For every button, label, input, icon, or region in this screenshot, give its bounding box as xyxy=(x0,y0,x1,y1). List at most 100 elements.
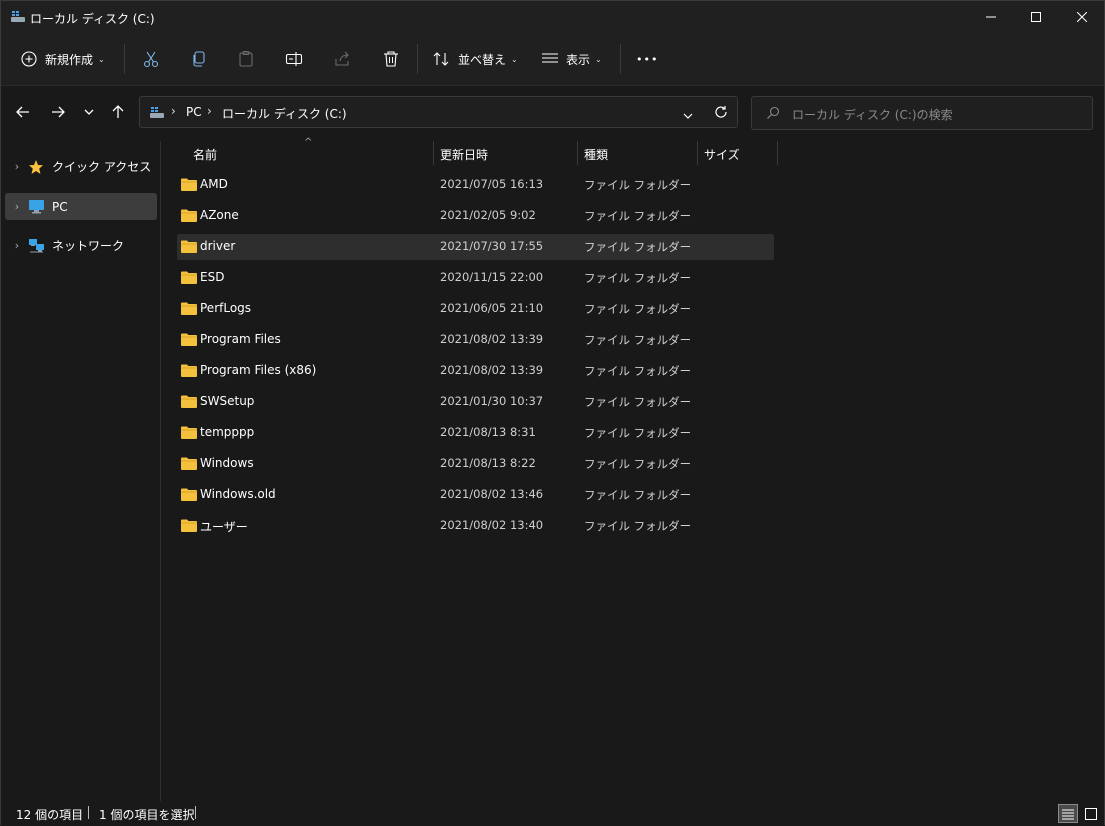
sidebar-item-network[interactable]: › ネットワーク xyxy=(5,232,157,259)
sidebar-item-label: ネットワーク xyxy=(52,239,125,253)
copy-button[interactable] xyxy=(190,43,208,75)
new-button[interactable]: 新規作成 ⌄ xyxy=(21,43,105,75)
file-date: 2021/07/30 17:55 xyxy=(440,239,544,253)
file-type: ファイル フォルダー xyxy=(584,333,692,347)
minimize-button[interactable] xyxy=(968,1,1014,33)
folder-icon xyxy=(181,302,197,315)
file-row[interactable]: ユーザー 2021/08/02 13:40 ファイル フォルダー xyxy=(177,513,774,539)
column-divider[interactable] xyxy=(433,141,434,165)
file-row[interactable]: Windows.old 2021/08/02 13:46 ファイル フォルダー xyxy=(177,482,774,508)
chevron-down-icon: ⌄ xyxy=(595,54,602,64)
status-divider xyxy=(195,806,196,819)
item-count: 12 個の項目 xyxy=(16,808,84,822)
file-row[interactable]: Program Files (x86) 2021/08/02 13:39 ファイル … xyxy=(177,358,774,384)
folder-icon xyxy=(181,395,197,408)
file-name: Program Files xyxy=(200,332,281,346)
status-bar: 12 個の項目 1 個の項目を選択 xyxy=(1,801,1104,826)
file-type: ファイル フォルダー xyxy=(584,209,692,223)
file-name: ESD xyxy=(200,270,225,284)
drive-icon xyxy=(10,9,26,23)
refresh-button[interactable] xyxy=(714,105,728,122)
chevron-down-icon: ⌄ xyxy=(511,54,518,64)
more-icon: ••• xyxy=(636,52,659,66)
folder-icon xyxy=(181,209,197,222)
sort-label: 並べ替え xyxy=(458,52,507,67)
file-date: 2021/02/05 9:02 xyxy=(440,208,536,222)
file-date: 2021/08/02 13:39 xyxy=(440,332,544,346)
file-date: 2021/06/05 21:10 xyxy=(440,301,544,315)
file-type: ファイル フォルダー xyxy=(584,302,692,316)
maximize-button[interactable] xyxy=(1013,1,1059,33)
folder-icon xyxy=(181,457,197,470)
breadcrumb-pc[interactable]: PC xyxy=(186,105,202,119)
view-label: 表示 xyxy=(566,52,591,67)
address-history-button[interactable] xyxy=(683,108,693,122)
column-divider[interactable] xyxy=(777,141,778,165)
network-icon xyxy=(27,238,45,254)
sidebar-item-quick-access[interactable]: › クイック アクセス xyxy=(5,153,157,180)
file-date: 2021/08/13 8:31 xyxy=(440,425,536,439)
up-button[interactable] xyxy=(107,101,129,123)
file-row[interactable]: Program Files 2021/08/02 13:39 ファイル フォルダー xyxy=(177,327,774,353)
delete-button[interactable] xyxy=(382,43,400,75)
file-type: ファイル フォルダー xyxy=(584,488,692,502)
cut-button[interactable] xyxy=(142,43,160,75)
list-view-icon xyxy=(542,52,558,66)
title-bar[interactable]: ローカル ディスク (C:) xyxy=(1,1,1104,33)
expand-chevron-icon[interactable]: › xyxy=(7,160,27,173)
file-date: 2021/08/02 13:46 xyxy=(440,487,544,501)
file-name: AMD xyxy=(200,177,228,191)
file-row[interactable]: PerfLogs 2021/06/05 21:10 ファイル フォルダー xyxy=(177,296,774,322)
toolbar-divider xyxy=(620,44,621,74)
rename-button[interactable] xyxy=(285,43,303,75)
column-header-date[interactable]: 更新日時 xyxy=(440,146,488,163)
view-button[interactable]: 表示 ⌄ xyxy=(542,43,602,75)
expand-chevron-icon[interactable]: › xyxy=(7,200,27,213)
back-button[interactable] xyxy=(12,101,34,123)
file-row[interactable]: Windows 2021/08/13 8:22 ファイル フォルダー xyxy=(177,451,774,477)
breadcrumb-chevron-icon[interactable]: › xyxy=(207,104,212,118)
file-row[interactable]: tempppp 2021/08/13 8:31 ファイル フォルダー xyxy=(177,420,774,446)
search-box[interactable]: ローカル ディスク (C:)の検索 xyxy=(751,96,1093,130)
arrow-left-icon xyxy=(16,106,29,118)
file-row[interactable]: AMD 2021/07/05 16:13 ファイル フォルダー xyxy=(177,172,774,198)
file-type: ファイル フォルダー xyxy=(584,519,692,533)
breadcrumb-chevron-icon[interactable]: › xyxy=(171,104,176,118)
folder-icon xyxy=(181,426,197,439)
copy-icon xyxy=(193,51,205,67)
recent-locations-button[interactable] xyxy=(78,101,100,123)
folder-icon xyxy=(181,519,197,532)
search-input[interactable]: ローカル ディスク (C:)の検索 xyxy=(792,106,953,123)
computer-icon xyxy=(27,199,45,215)
clipboard-icon xyxy=(239,50,253,67)
file-row[interactable]: AZone 2021/02/05 9:02 ファイル フォルダー xyxy=(177,203,774,229)
column-header-size[interactable]: サイズ xyxy=(704,146,740,163)
file-row[interactable]: SWSetup 2021/01/30 10:37 ファイル フォルダー xyxy=(177,389,774,415)
minimize-icon xyxy=(986,16,996,18)
sidebar-item-pc[interactable]: › PC xyxy=(5,193,157,220)
column-header-name[interactable]: 名前 xyxy=(193,146,217,163)
file-date: 2021/08/02 13:40 xyxy=(440,518,544,532)
column-header-row: 名前 更新日時 種類 サイズ xyxy=(177,141,778,166)
file-row[interactable]: driver 2021/07/30 17:55 ファイル フォルダー xyxy=(177,234,774,260)
navigation-pane: › クイック アクセス › PC › ネットワーク xyxy=(1,141,161,801)
more-options-button[interactable]: ••• xyxy=(636,43,658,75)
forward-button[interactable] xyxy=(47,101,69,123)
search-icon xyxy=(766,106,780,123)
file-name: Windows.old xyxy=(200,487,276,501)
toolbar-divider xyxy=(417,44,418,74)
sort-button[interactable]: 並べ替え ⌄ xyxy=(433,43,518,75)
tiles-view-button[interactable] xyxy=(1081,804,1101,823)
maximize-icon xyxy=(1031,12,1041,22)
file-row[interactable]: ESD 2020/11/15 22:00 ファイル フォルダー xyxy=(177,265,774,291)
column-header-type[interactable]: 種類 xyxy=(584,146,608,163)
breadcrumb-c-drive[interactable]: ローカル ディスク (C:) xyxy=(222,105,347,122)
address-bar[interactable]: › PC › ローカル ディスク (C:) xyxy=(139,96,738,128)
column-divider[interactable] xyxy=(697,141,698,165)
expand-chevron-icon[interactable]: › xyxy=(7,239,27,252)
details-view-button[interactable] xyxy=(1058,804,1078,823)
paste-button[interactable] xyxy=(237,43,255,75)
column-divider[interactable] xyxy=(577,141,578,165)
close-button[interactable] xyxy=(1059,1,1105,33)
share-button[interactable] xyxy=(333,43,351,75)
